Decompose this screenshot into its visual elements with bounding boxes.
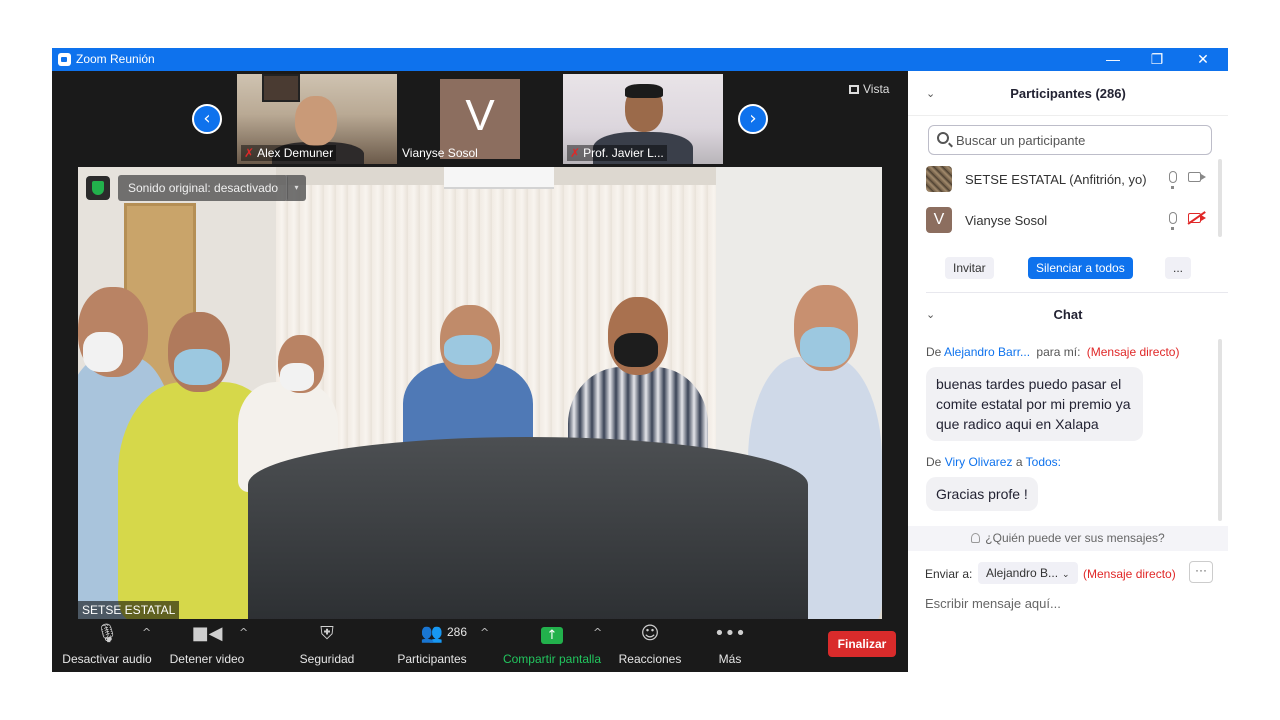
avatar: V <box>926 207 952 233</box>
video-options-caret[interactable]: ^ <box>239 626 248 639</box>
chat-message-bubble: buenas tardes puedo pasar el comite esta… <box>926 367 1143 441</box>
share-screen-button[interactable]: ↑ Compartir pantalla <box>502 623 602 666</box>
who-can-see-link[interactable]: ¿Quién puede ver sus mensajes? <box>908 526 1228 551</box>
search-icon <box>937 132 949 144</box>
microphone-icon: 🎙 <box>95 623 119 644</box>
speaker-name-label: SETSE ESTATAL <box>78 601 180 619</box>
share-screen-icon: ↑ <box>502 623 602 647</box>
thumbnail-alex-demuner[interactable]: ✗ Alex Demuner <box>237 74 397 164</box>
encryption-shield-icon[interactable] <box>86 176 110 200</box>
participant-row[interactable]: SETSE ESTATAL (Anfitrión, yo) <box>926 164 1216 194</box>
view-button[interactable]: Vista <box>849 82 889 96</box>
thumbnail-name: ✗ Prof. Javier L... <box>567 145 667 161</box>
chat-message-header: De Alejandro Barr... para mí: (Mensaje d… <box>926 345 1180 359</box>
invite-button[interactable]: Invitar <box>945 257 994 279</box>
meeting-toolbar: 🎙 Desactivar audio ^ ■◀ Detener video ^ … <box>52 619 908 672</box>
title-bar: Zoom Reunión — ❐ ✕ <box>52 48 1228 71</box>
participants-options-caret[interactable]: ^ <box>480 626 489 639</box>
thumbnail-prof-javier[interactable]: ✗ Prof. Javier L... <box>563 74 723 164</box>
more-button[interactable]: ••• Más <box>702 623 758 666</box>
chat-message-bubble: Gracias profe ! <box>926 477 1038 511</box>
mute-all-button[interactable]: Silenciar a todos <box>1028 257 1133 279</box>
zoom-app-icon <box>58 53 71 66</box>
minimize-button[interactable]: — <box>1090 48 1136 71</box>
mute-audio-button[interactable]: 🎙 Desactivar audio <box>62 623 152 666</box>
recipient-dropdown[interactable]: Alejandro B... ⌄ <box>978 562 1078 584</box>
divider <box>926 292 1228 293</box>
zoom-window: Zoom Reunión — ❐ ✕ ‹ ✗ Alex Demuner V Via… <box>52 48 1228 672</box>
end-meeting-button[interactable]: Finalizar <box>828 631 896 657</box>
chat-title: Chat <box>1053 307 1083 322</box>
air-conditioner <box>444 167 554 189</box>
meeting-area: ‹ ✗ Alex Demuner V Vianyse Sosol ✗ Prof. J… <box>52 71 908 672</box>
mic-muted-icon: ✗ <box>244 146 255 160</box>
send-to-label: Enviar a: <box>925 567 973 581</box>
reactions-button[interactable]: ☺ Reacciones <box>614 623 686 666</box>
chat-sender[interactable]: Viry Olivarez <box>945 455 1013 469</box>
active-speaker-video: Sonido original: desactivado ▾ SETSE EST… <box>78 167 882 619</box>
thumbnail-name: Vianyse Sosol <box>402 146 478 160</box>
security-button[interactable]: ⛨ Seguridad <box>292 623 362 666</box>
chat-message-header: De Viry Olivarez a Todos: <box>926 455 1061 469</box>
video-off-icon[interactable] <box>1188 213 1206 223</box>
participants-title: Participantes (286) <box>1010 86 1126 101</box>
person-icon <box>971 533 981 543</box>
participant-hair <box>625 84 663 98</box>
wall-picture <box>262 74 300 102</box>
direct-message-tag: (Mensaje directo) <box>1083 567 1176 581</box>
chat-more-button[interactable]: ··· <box>1189 561 1213 583</box>
window-title: Zoom Reunión <box>76 52 155 66</box>
chevron-down-icon: ⌄ <box>1062 570 1070 580</box>
stop-video-button[interactable]: ■◀ Detener video <box>167 623 247 666</box>
close-button[interactable]: ✕ <box>1180 48 1226 71</box>
audio-options-caret[interactable]: ^ <box>142 626 151 639</box>
participant-search <box>928 125 1212 155</box>
original-sound-toggle[interactable]: Sonido original: desactivado <box>118 175 289 201</box>
more-icon: ••• <box>714 623 746 644</box>
shield-icon: ⛨ <box>320 623 334 644</box>
avatar-initial: V <box>465 91 495 140</box>
chat-sender[interactable]: Alejandro Barr... <box>944 345 1030 359</box>
participant-row[interactable]: V Vianyse Sosol <box>926 205 1216 235</box>
participants-count: 286 <box>447 625 468 639</box>
thumbnail-name: ✗ Alex Demuner <box>241 145 337 161</box>
side-panel: ⌄ Participantes (286) SETSE ESTATAL (Anf… <box>908 71 1228 672</box>
participants-scrollbar[interactable] <box>1218 159 1222 237</box>
participants-more-button[interactable]: ... <box>1165 257 1192 279</box>
gallery-next-button[interactable]: › <box>738 104 768 134</box>
video-camera-icon: ■◀ <box>191 623 223 644</box>
microphone-icon[interactable] <box>1169 171 1177 189</box>
conference-table <box>248 437 808 619</box>
sound-options-dropdown[interactable]: ▾ <box>286 175 306 201</box>
microphone-icon[interactable] <box>1169 212 1177 230</box>
gallery-prev-button[interactable]: ‹ <box>192 104 222 134</box>
participant-search-input[interactable] <box>956 131 1206 149</box>
participant-face <box>295 96 337 146</box>
chat-message-input[interactable] <box>925 593 1215 613</box>
chat-scrollbar[interactable] <box>1218 339 1222 521</box>
mic-muted-icon: ✗ <box>570 146 581 160</box>
share-options-caret[interactable]: ^ <box>593 626 602 639</box>
video-camera-icon[interactable] <box>1188 172 1206 182</box>
avatar <box>926 166 952 192</box>
emoji-icon: ☺ <box>640 623 660 644</box>
participants-header: ⌄ Participantes (286) <box>908 71 1228 116</box>
restore-button[interactable]: ❐ <box>1134 48 1180 71</box>
grid-icon <box>849 85 859 94</box>
